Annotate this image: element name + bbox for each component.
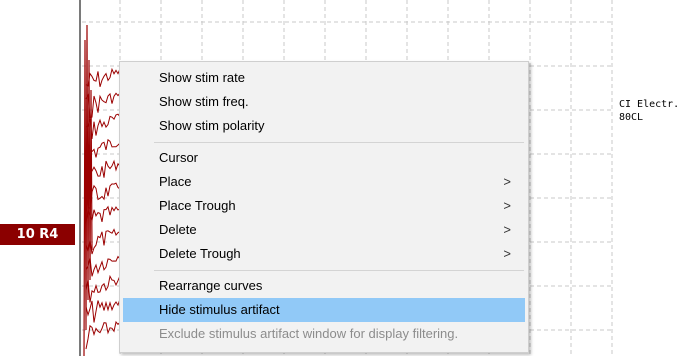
menu-separator (154, 142, 524, 143)
menu-separator (154, 270, 524, 271)
menu-item-hide-stimulus-artifact[interactable]: Hide stimulus artifact (123, 298, 525, 322)
menu-item-show-stim-rate[interactable]: Show stim rate (123, 66, 525, 90)
menu-item-label: Place Trough (159, 198, 236, 213)
menu-item-label: Hide stimulus artifact (159, 302, 280, 317)
chevron-right-icon: > (503, 198, 511, 213)
menu-item-delete-trough[interactable]: Delete Trough > (123, 242, 525, 266)
menu-item-label: Cursor (159, 150, 199, 165)
menu-item-label: Place (159, 174, 192, 189)
menu-item-show-stim-polarity[interactable]: Show stim polarity (123, 114, 525, 138)
menu-item-label: Show stim freq. (159, 94, 249, 109)
menu-item-label: Show stim polarity (159, 118, 265, 133)
menu-item-cursor[interactable]: Cursor (123, 146, 525, 170)
menu-item-show-stim-freq[interactable]: Show stim freq. (123, 90, 525, 114)
curve-info-line-2: 80CL (619, 112, 644, 123)
menu-item-rearrange-curves[interactable]: Rearrange curves (123, 274, 525, 298)
curve-info-text: CI Electr. 10 80CL (619, 98, 678, 124)
menu-item-place[interactable]: Place > (123, 170, 525, 194)
menu-item-label: Delete Trough (159, 246, 241, 261)
chevron-right-icon: > (503, 222, 511, 237)
menu-item-exclude-stimulus-artifact-window: Exclude stimulus artifact window for dis… (123, 322, 525, 346)
chevron-right-icon: > (503, 246, 511, 261)
menu-item-place-trough[interactable]: Place Trough > (123, 194, 525, 218)
menu-item-label: Exclude stimulus artifact window for dis… (159, 326, 459, 341)
chevron-right-icon: > (503, 174, 511, 189)
context-menu: Show stim rate Show stim freq. Show stim… (119, 61, 529, 353)
curve-info-line-1: CI Electr. 10 (619, 99, 678, 110)
menu-item-label: Delete (159, 222, 197, 237)
menu-item-delete[interactable]: Delete > (123, 218, 525, 242)
menu-item-label: Show stim rate (159, 70, 245, 85)
menu-item-label: Rearrange curves (159, 278, 263, 293)
waveform-curves (83, 24, 125, 356)
curve-label-badge[interactable]: 10 R4 (0, 224, 75, 245)
